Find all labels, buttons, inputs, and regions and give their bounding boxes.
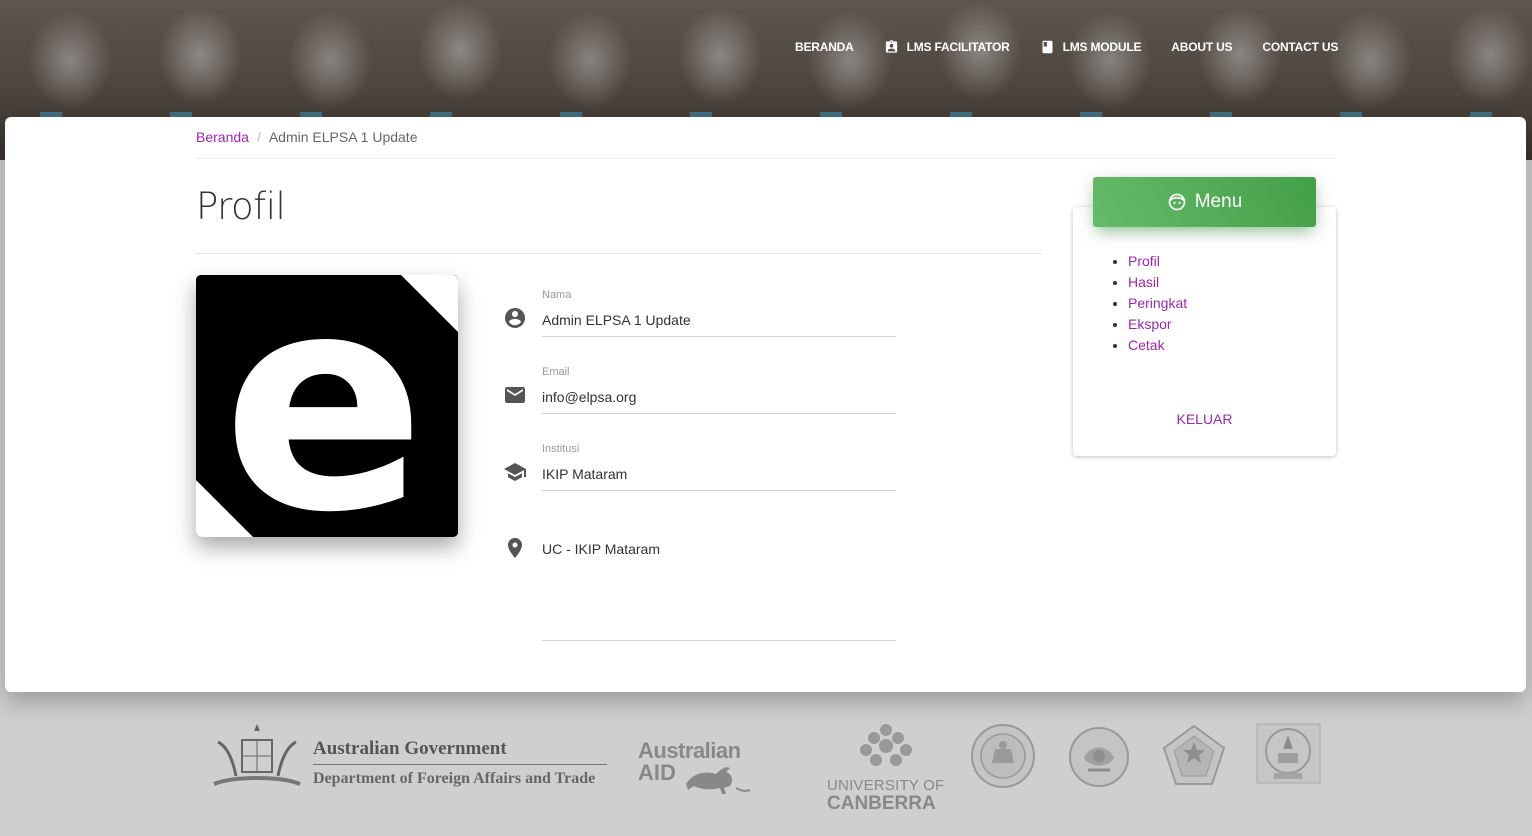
uc-emblem-icon xyxy=(860,724,912,766)
book-icon xyxy=(1042,40,1053,54)
breadcrumb: Beranda / Admin ELPSA 1 Update xyxy=(196,129,1336,159)
assignment-ind-icon xyxy=(885,40,897,53)
avatar: e xyxy=(196,275,458,537)
nav-beranda[interactable]: BERANDA xyxy=(780,36,869,58)
school-icon xyxy=(504,463,526,481)
menu-item-cetak[interactable]: Cetak xyxy=(1128,335,1187,356)
title-divider xyxy=(196,253,1043,254)
logout-button[interactable]: KELUAR xyxy=(1073,411,1336,427)
field-label-nama: Nama xyxy=(542,289,572,301)
menu-header: Menu xyxy=(1093,177,1316,227)
breadcrumb-home-link[interactable]: Beranda xyxy=(196,129,249,145)
location-pin-icon xyxy=(508,538,522,558)
australian-aid-logo: Australian AID xyxy=(638,740,758,800)
nav-about-us[interactable]: ABOUT US xyxy=(1156,36,1247,58)
aus-gov-divider xyxy=(313,764,607,765)
field-value-email[interactable]: info@elpsa.org xyxy=(542,389,636,405)
menu-item-hasil[interactable]: Hasil xyxy=(1128,272,1187,293)
menu-item-profil[interactable]: Profil xyxy=(1128,251,1187,272)
nav-lms-module[interactable]: LMS MODULE xyxy=(1025,36,1157,58)
breadcrumb-separator: / xyxy=(256,129,261,145)
kemdikbud-seal-icon xyxy=(1069,727,1129,787)
breadcrumb-current: Admin ELPSA 1 Update xyxy=(268,129,418,145)
ikip-mataram-seal-icon xyxy=(971,724,1035,788)
provincial-seal-icon xyxy=(1162,724,1226,785)
kangaroo-icon xyxy=(686,767,751,794)
coat-of-arms-icon xyxy=(213,724,301,786)
field-underline xyxy=(542,640,896,641)
menu-item-peringkat[interactable]: Peringkat xyxy=(1128,293,1187,314)
australian-government-logo: Australian Government Department of Fore… xyxy=(210,722,610,792)
nav-lms-facilitator[interactable]: LMS FACILITATOR xyxy=(869,36,1025,58)
menu-item-ekspor[interactable]: Ekspor xyxy=(1128,314,1187,335)
profile-card: Beranda / Admin ELPSA 1 Update Profil e Na… xyxy=(5,117,1526,692)
field-label-email: Email xyxy=(542,366,570,378)
face-icon xyxy=(1168,193,1186,211)
field-underline xyxy=(542,413,896,414)
nav-contact-us[interactable]: CONTACT US xyxy=(1247,36,1353,58)
field-value-nama[interactable]: Admin ELPSA 1 Update xyxy=(542,312,691,328)
side-menu-list: Profil Hasil Peringkat Ekspor Cetak xyxy=(1128,251,1187,356)
field-value-location[interactable]: UC - IKIP Mataram xyxy=(542,541,660,557)
field-underline xyxy=(542,490,896,491)
top-nav: BERANDA LMS FACILITATOR LMS MODULE ABOUT… xyxy=(780,36,1353,58)
lpmp-ntb-logo-icon xyxy=(1256,723,1321,784)
account-circle-icon xyxy=(505,308,525,328)
field-underline xyxy=(542,336,896,337)
aus-gov-title: Australian Government xyxy=(313,738,507,759)
elpsa-logo-icon: e xyxy=(196,275,458,537)
email-icon xyxy=(505,387,525,403)
field-label-institusi: Institusi xyxy=(542,443,580,455)
aus-gov-subtitle: Department of Foreign Affairs and Trade xyxy=(313,770,596,787)
field-value-institusi[interactable]: IKIP Mataram xyxy=(542,466,627,482)
page-title: Profil xyxy=(196,185,286,228)
svg-text:e: e xyxy=(222,275,425,537)
university-of-canberra-logo: UNIVERSITY OF CANBERRA xyxy=(826,722,946,814)
